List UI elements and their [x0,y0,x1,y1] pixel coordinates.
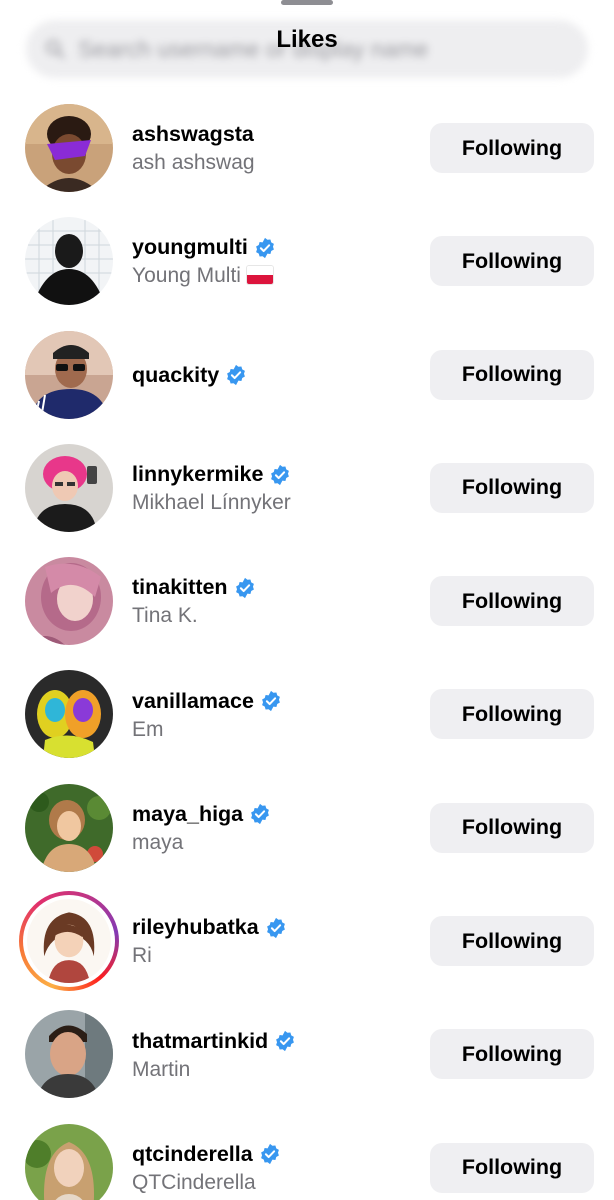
display-name: ash ashswag [132,151,255,175]
following-button[interactable]: Following [430,1142,594,1193]
likes-sheet: Search username or display name Likes as… [0,0,614,1200]
display-name: Martin [132,1057,191,1081]
user-names: thatmartinkid Martin [132,998,296,1111]
list-item[interactable]: ashswagsta ash ashswag Following [0,92,614,205]
display-name: Em [132,717,164,741]
list-item[interactable]: rileyhubatka Ri Following [0,885,614,998]
list-item[interactable]: linnykermike Mikhael Línnyker Following [0,432,614,545]
avatar[interactable] [25,1123,113,1200]
story-ring[interactable] [19,891,119,992]
user-names: tinakitten Tina K. [132,545,256,658]
verified-badge-icon [227,365,246,386]
username[interactable]: thatmartinkid [132,1029,268,1054]
avatar-image [25,330,113,419]
display-name: Tina K. [132,604,198,628]
avatar-image [25,557,113,646]
display-name: Young Multi [132,264,241,288]
poland-flag-icon [246,266,273,285]
username[interactable]: vanillamace [132,689,254,714]
user-names: ashswagsta ash ashswag [132,92,255,205]
list-item[interactable]: vanillamace Em Following [0,658,614,771]
following-button[interactable]: Following [430,1029,594,1080]
avatar-image [25,1010,113,1099]
list-item[interactable]: tinakitten Tina K. Following [0,545,614,658]
avatar-image [25,104,113,192]
avatar[interactable] [25,330,113,419]
username[interactable]: tinakitten [132,575,228,600]
display-name: Mikhael Línnyker [132,491,291,515]
display-name-wrap: Young Multi [132,264,276,288]
avatar[interactable] [25,783,113,872]
username[interactable]: quackity [132,363,219,388]
username[interactable]: ashswagsta [132,122,254,147]
avatar-image [25,783,113,872]
avatar[interactable] [25,104,113,192]
username[interactable]: youngmulti [132,235,248,260]
list-item[interactable]: qtcinderella QTCinderella Following [0,1112,614,1200]
likes-list: ashswagsta ash ashswag Following youngmu… [0,92,614,1200]
avatar[interactable] [25,670,113,759]
user-names: vanillamace Em [132,658,282,771]
following-button[interactable]: Following [430,802,594,853]
display-name: QTCinderella [132,1170,256,1194]
avatar-image [27,899,111,984]
avatar[interactable] [25,443,113,532]
display-name: Ri [132,944,152,968]
avatar[interactable] [25,557,113,646]
list-item[interactable]: youngmulti Young Multi Following [0,205,614,318]
sheet-grabber[interactable] [281,0,333,5]
page-title: Likes [276,26,338,53]
user-names: maya_higa maya [132,772,271,885]
verified-badge-icon [235,577,254,598]
list-item[interactable]: thatmartinkid Martin Following [0,998,614,1111]
avatar-image [25,670,113,759]
avatar-image [25,1123,113,1200]
avatar[interactable] [25,1010,113,1099]
following-button[interactable]: Following [430,689,594,740]
user-names: rileyhubatka Ri [132,885,287,998]
user-names: linnykermike Mikhael Línnyker [132,432,291,545]
list-item[interactable]: quackity Following [0,319,614,432]
display-name: maya [132,830,184,854]
username[interactable]: rileyhubatka [132,915,259,940]
verified-badge-icon [266,917,285,938]
verified-badge-icon [276,1030,295,1052]
user-names: youngmulti Young Multi [132,205,276,318]
following-button[interactable]: Following [430,576,594,627]
username[interactable]: linnykermike [132,462,263,487]
verified-badge-icon [271,464,290,485]
verified-badge-icon [255,237,274,259]
verified-badge-icon [260,1144,279,1165]
user-names: quackity [132,319,247,432]
avatar-image [25,217,113,306]
verified-badge-icon [251,804,270,825]
following-button[interactable]: Following [430,236,594,287]
username[interactable]: maya_higa [132,802,243,827]
following-button[interactable]: Following [430,123,594,173]
list-item[interactable]: maya_higa maya Following [0,772,614,885]
avatar[interactable] [25,217,113,306]
following-button[interactable]: Following [430,462,594,513]
username[interactable]: qtcinderella [132,1142,253,1167]
following-button[interactable]: Following [430,916,594,967]
following-button[interactable]: Following [430,349,594,400]
verified-badge-icon [262,691,280,712]
user-names: qtcinderella QTCinderella [132,1112,281,1200]
avatar-image [25,443,113,532]
avatar [27,899,111,984]
